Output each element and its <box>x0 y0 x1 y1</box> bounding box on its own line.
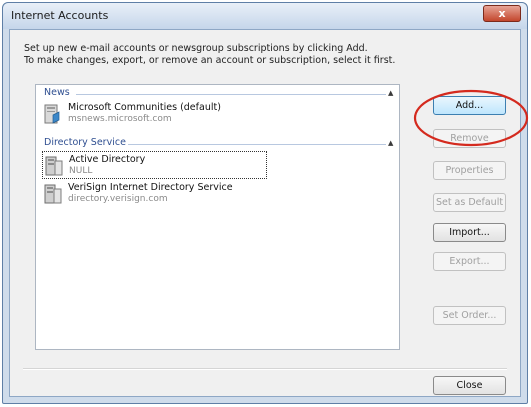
news-server-icon <box>44 104 60 124</box>
account-server: NULL <box>69 166 93 176</box>
close-button[interactable]: Close <box>433 376 506 395</box>
group-header-news: News <box>44 87 70 98</box>
instructions-line-1: Set up new e-mail accounts or newsgroup … <box>24 43 368 54</box>
add-button[interactable]: Add... <box>433 96 506 115</box>
account-item-verisign[interactable]: VeriSign Internet Directory Service dire… <box>42 180 267 208</box>
account-server: directory.verisign.com <box>68 194 168 204</box>
properties-button[interactable]: Properties <box>433 161 506 180</box>
account-server: msnews.microsoft.com <box>68 114 172 124</box>
account-name: Active Directory <box>69 154 146 165</box>
title-bar: Internet Accounts x <box>3 3 527 29</box>
instructions-line-2: To make changes, export, or remove an ac… <box>24 55 396 66</box>
export-button[interactable]: Export... <box>433 252 506 271</box>
account-item-microsoft-communities[interactable]: Microsoft Communities (default) msnews.m… <box>42 100 267 128</box>
set-as-default-button[interactable]: Set as Default <box>433 193 506 212</box>
footer-separator <box>23 368 507 370</box>
set-order-button[interactable]: Set Order... <box>433 306 506 325</box>
account-item-active-directory[interactable]: Active Directory NULL <box>42 151 267 179</box>
dialog-body: Set up new e-mail accounts or newsgroup … <box>9 29 521 397</box>
group-divider <box>128 144 386 145</box>
directory-server-icon <box>44 184 62 204</box>
directory-server-icon <box>45 156 63 176</box>
collapse-directory-service-icon[interactable]: ▲ <box>388 139 393 147</box>
import-button[interactable]: Import... <box>433 223 506 242</box>
group-header-directory-service: Directory Service <box>44 137 126 148</box>
close-icon: x <box>498 7 506 20</box>
collapse-news-icon[interactable]: ▲ <box>388 89 393 97</box>
internet-accounts-window: Internet Accounts x Set up new e-mail ac… <box>2 2 528 404</box>
window-close-button[interactable]: x <box>483 5 521 22</box>
remove-button[interactable]: Remove <box>433 129 506 148</box>
group-divider <box>76 94 386 95</box>
accounts-list[interactable]: News ▲ Microsoft Communities (default) m… <box>35 84 400 350</box>
window-title: Internet Accounts <box>11 9 109 22</box>
account-name: Microsoft Communities (default) <box>68 102 221 113</box>
instructions-text: Set up new e-mail accounts or newsgroup … <box>24 43 395 67</box>
account-name: VeriSign Internet Directory Service <box>68 182 233 193</box>
